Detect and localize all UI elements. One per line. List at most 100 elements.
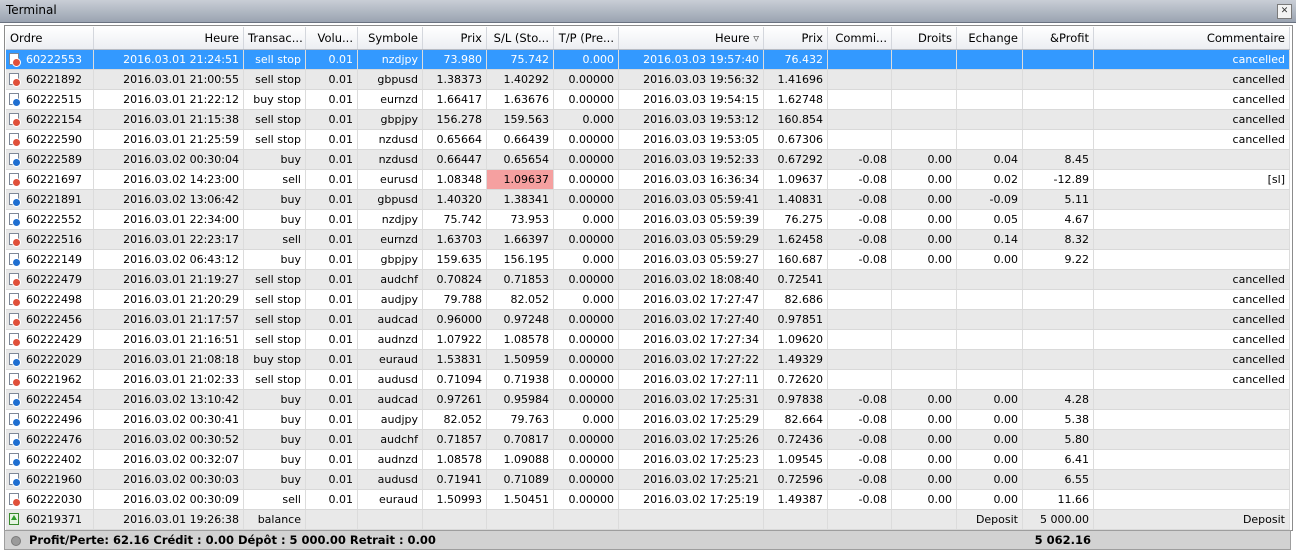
cell-volume: 0.01 [306,250,358,269]
cell-tp: 0.000 [554,210,619,229]
column-header-commentaire[interactable]: Commentaire [1094,27,1290,49]
cell-commentaire: cancelled [1094,290,1290,309]
cell-commentaire [1094,430,1290,449]
cell-profit: 8.32 [1023,230,1094,249]
cell-symbole: audusd [358,470,423,489]
cell-tp: 0.00000 [554,310,619,329]
cell-tp: 0.00000 [554,490,619,509]
cell-prix-open: 1.38373 [423,70,487,89]
cell-commission: -0.08 [828,250,892,269]
column-header-symbole[interactable]: Symbole [358,27,423,49]
cell-volume: 0.01 [306,310,358,329]
cell-profit: 5.38 [1023,410,1094,429]
cell-ordre: 60222402 [6,450,94,469]
table-row[interactable]: 60222030 2016.03.02 00:30:09 sell 0.01 eurau… [6,490,1290,510]
cell-prix-close: 160.854 [764,110,828,129]
cell-tp: 0.000 [554,250,619,269]
cell-echange: -0.09 [957,190,1023,209]
table-row[interactable]: 60221962 2016.03.01 21:02:33 sell stop 0.01… [6,370,1290,390]
cell-droits [892,110,957,129]
cell-symbole: gbpjpy [358,110,423,129]
table-row[interactable]: 60222479 2016.03.01 21:19:27 sell stop 0.01… [6,270,1290,290]
cell-heure-close: 2016.03.03 05:59:29 [619,230,764,249]
table-row[interactable]: 60222515 2016.03.01 21:22:12 buy stop 0.01 e… [6,90,1290,110]
table-row[interactable]: 60222476 2016.03.02 00:30:52 buy 0.01 audchf… [6,430,1290,450]
column-header-transaction[interactable]: Transac... [244,27,306,49]
table-row[interactable]: 60221960 2016.03.02 00:30:03 buy 0.01 audusd… [6,470,1290,490]
table-row[interactable]: 60219371 2016.03.01 19:26:38 balance Deposi… [6,510,1290,530]
cell-commission: -0.08 [828,430,892,449]
cell-heure-close [619,510,764,529]
table-row[interactable]: 60222429 2016.03.01 21:16:51 sell stop 0.01… [6,330,1290,350]
table-row[interactable]: 60221891 2016.03.02 13:06:42 buy 0.01 gbpusd… [6,190,1290,210]
cell-transaction: buy [244,210,306,229]
table-row[interactable]: 60222402 2016.03.02 00:32:07 buy 0.01 audnzd… [6,450,1290,470]
column-header-commission[interactable]: Commi... [828,27,892,49]
table-row[interactable]: 60222590 2016.03.01 21:25:59 sell stop 0.01… [6,130,1290,150]
table-row[interactable]: 60222496 2016.03.02 00:30:41 buy 0.01 audjpy… [6,410,1290,430]
column-header-echange[interactable]: Echange [957,27,1023,49]
cell-volume: 0.01 [306,210,358,229]
cell-transaction: buy stop [244,90,306,109]
cell-volume: 0.01 [306,170,358,189]
cell-sl: 1.09088 [487,450,554,469]
cell-ordre: 60222590 [6,130,94,149]
column-header-heure-close[interactable]: Heure ▿ [619,27,764,49]
table-row[interactable]: 60222589 2016.03.02 00:30:04 buy 0.01 nzdusd… [6,150,1290,170]
table-row[interactable]: 60222149 2016.03.02 06:43:12 buy 0.01 gbpjpy… [6,250,1290,270]
cell-prix-close: 0.67306 [764,130,828,149]
column-header-heure-open[interactable]: Heure [94,27,244,49]
column-header-volume[interactable]: Volu... [306,27,358,49]
cell-commentaire [1094,190,1290,209]
cell-symbole: nzdjpy [358,210,423,229]
cell-prix-close: 1.41696 [764,70,828,89]
cell-heure-open: 2016.03.01 19:26:38 [94,510,244,529]
column-header-droits[interactable]: Droits [892,27,957,49]
cell-tp: 0.000 [554,110,619,129]
cell-droits [892,310,957,329]
cell-symbole: audnzd [358,450,423,469]
cell-ordre: 60222149 [6,250,94,269]
cell-sl: 0.95984 [487,390,554,409]
cell-commentaire: cancelled [1094,130,1290,149]
cell-tp: 0.00000 [554,370,619,389]
column-header-sl[interactable]: S/L (Sto... [487,27,554,49]
column-header-prix-close[interactable]: Prix [764,27,828,49]
cell-heure-close: 2016.03.02 17:27:11 [619,370,764,389]
column-header-ordre[interactable]: Ordre [6,27,94,49]
table-header: Ordre Heure Transac... Volu... Symbole Prix S/… [6,27,1290,50]
cell-ordre: 60221960 [6,470,94,489]
cell-transaction: buy [244,470,306,489]
table-row[interactable]: 60222029 2016.03.01 21:08:18 buy stop 0.01 e… [6,350,1290,370]
cell-sl [487,510,554,529]
table-row[interactable]: 60221892 2016.03.01 21:00:55 sell stop 0.01… [6,70,1290,90]
table-row[interactable]: 60222454 2016.03.02 13:10:42 buy 0.01 audcad… [6,390,1290,410]
table-row[interactable]: 60222552 2016.03.01 22:34:00 buy 0.01 nzdjpy… [6,210,1290,230]
table-row[interactable]: 60222456 2016.03.01 21:17:57 sell stop 0.01… [6,310,1290,330]
column-header-tp[interactable]: T/P (Pre... [554,27,619,49]
table-row[interactable]: 60222154 2016.03.01 21:15:38 sell stop 0.01… [6,110,1290,130]
cell-volume: 0.01 [306,470,358,489]
cell-droits: 0.00 [892,470,957,489]
cell-commission [828,510,892,529]
table-row[interactable]: 60222498 2016.03.01 21:20:29 sell stop 0.01… [6,290,1290,310]
close-icon[interactable]: ✕ [1277,4,1292,19]
cell-sl: 1.63676 [487,90,554,109]
cell-echange [957,350,1023,369]
cell-heure-open: 2016.03.02 00:32:07 [94,450,244,469]
table-row[interactable]: 60221697 2016.03.02 14:23:00 sell 0.01 eurus… [6,170,1290,190]
cell-prix-open: 0.71941 [423,470,487,489]
cell-prix-open: 73.980 [423,50,487,69]
cell-prix-close: 76.275 [764,210,828,229]
cell-volume: 0.01 [306,110,358,129]
column-header-profit[interactable]: &Profit [1023,27,1094,49]
table-row[interactable]: 60222516 2016.03.01 22:23:17 sell 0.01 eurnz… [6,230,1290,250]
cell-heure-open: 2016.03.01 21:15:38 [94,110,244,129]
table-row[interactable]: 60222553 2016.03.01 21:24:51 sell stop 0.01… [6,50,1290,70]
cell-heure-close: 2016.03.03 19:53:05 [619,130,764,149]
cell-volume: 0.01 [306,90,358,109]
column-header-prix-open[interactable]: Prix [423,27,487,49]
cell-sl: 1.40292 [487,70,554,89]
cell-droits: 0.00 [892,410,957,429]
cell-transaction: sell stop [244,330,306,349]
